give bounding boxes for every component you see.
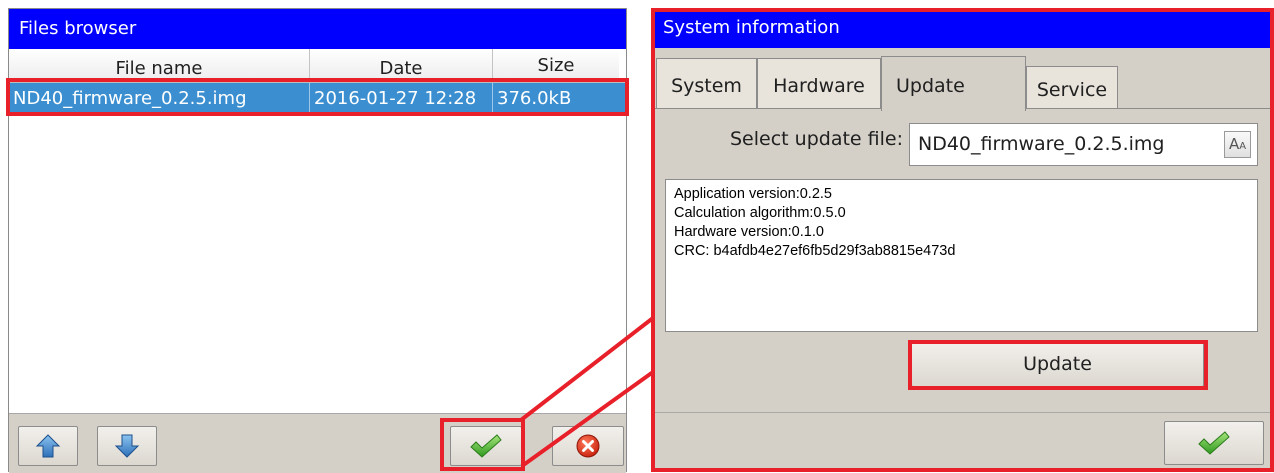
tab-update[interactable]: Update	[881, 56, 1026, 111]
info-line-hardware-version: Hardware version:0.1.0	[674, 224, 824, 240]
info-line-application-version: Application version:0.2.5	[674, 186, 832, 202]
update-file-field[interactable]: ND40_firmware_0.2.5.img AA	[909, 123, 1258, 166]
confirm-button[interactable]	[1164, 421, 1264, 465]
file-size-cell: 376.0kB	[497, 88, 572, 109]
info-line-crc: CRC: b4afdb4e27ef6fb5d29f3ab8815e473d	[674, 243, 956, 259]
file-table-header: File name Date Size	[9, 49, 626, 83]
tab-bar: System Hardware Update Service	[653, 48, 1270, 111]
file-date-cell: 2016-01-27 12:28	[310, 83, 493, 115]
files-browser-title: Files browser	[9, 9, 626, 49]
system-information-toolbar	[653, 412, 1270, 472]
tab-hardware[interactable]: Hardware	[757, 58, 881, 109]
file-table-row[interactable]: ND40_firmware_0.2.5.img 2016-01-27 12:28…	[9, 83, 628, 115]
update-button[interactable]: Update	[911, 341, 1204, 387]
file-name-cell: ND40_firmware_0.2.5.img	[9, 83, 310, 115]
arrow-up-icon	[35, 434, 61, 458]
keyboard-icon[interactable]: AA	[1224, 131, 1251, 158]
update-file-value: ND40_firmware_0.2.5.img	[918, 133, 1165, 155]
cancel-icon	[576, 434, 600, 458]
system-information-title: System information	[653, 8, 1270, 48]
column-header-date[interactable]: Date	[310, 49, 493, 82]
cancel-button[interactable]	[552, 426, 624, 466]
column-header-size[interactable]: Size	[493, 49, 619, 82]
files-browser-window: Files browser File name Date Size ND40_f…	[8, 8, 628, 473]
select-update-file-label: Select update file:	[730, 128, 903, 150]
confirm-file-button[interactable]	[450, 426, 522, 466]
files-browser-toolbar	[9, 413, 626, 473]
info-line-calculation-algorithm: Calculation algorithm:0.5.0	[674, 205, 846, 221]
checkmark-icon	[1198, 431, 1230, 455]
scroll-down-button[interactable]	[97, 426, 157, 466]
arrow-down-icon	[114, 434, 140, 458]
checkmark-icon	[470, 434, 502, 458]
scroll-up-button[interactable]	[18, 426, 78, 466]
system-information-window: System information System Hardware Updat…	[653, 8, 1270, 472]
firmware-info-box: Application version:0.2.5 Calculation al…	[665, 179, 1258, 332]
file-list-area[interactable]	[9, 115, 626, 413]
tab-system[interactable]: System	[656, 58, 757, 109]
tab-service[interactable]: Service	[1026, 66, 1118, 109]
column-header-file-name[interactable]: File name	[9, 49, 310, 82]
